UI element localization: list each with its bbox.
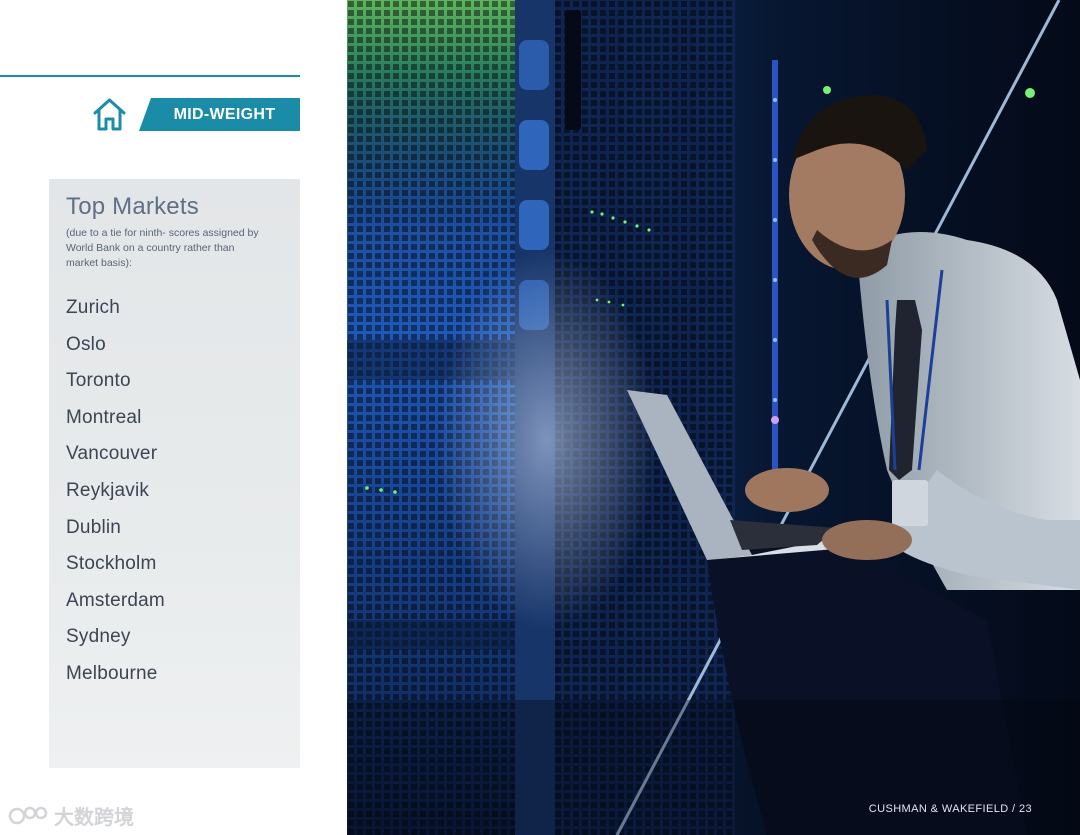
market-item: Oslo — [66, 333, 106, 355]
top-markets-card: Top Markets (due to a tie for ninth- sco… — [49, 179, 300, 768]
card-note: (due to a tie for ninth- scores assigned… — [66, 227, 259, 269]
page-footer: CUSHMAN & WAKEFIELD / 23 — [868, 803, 1032, 815]
watermark-text: 大数跨境 — [54, 807, 134, 829]
market-item: Melbourne — [66, 662, 158, 684]
watermark-logo-icon — [8, 806, 48, 824]
market-item: Stockholm — [66, 553, 157, 575]
top-rule — [0, 75, 300, 77]
home-icon — [93, 98, 126, 131]
market-item: Reykjavik — [66, 479, 150, 501]
weight-category-badge: MID-WEIGHT — [139, 98, 300, 131]
market-item: Toronto — [66, 370, 131, 392]
market-item: Amsterdam — [66, 589, 165, 611]
market-item: Montreal — [66, 406, 142, 428]
left-panel: MID-WEIGHT Top Markets (due to a tie for… — [0, 0, 347, 835]
market-item: Sydney — [66, 626, 131, 648]
server-room-photo — [347, 0, 1080, 835]
watermark: 大数跨境 — [8, 801, 134, 830]
hero-photo: CUSHMAN & WAKEFIELD / 23 — [347, 0, 1080, 835]
card-title: Top Markets — [66, 193, 199, 220]
market-list: Zurich Oslo Toronto Montreal Vancouver R… — [66, 295, 165, 698]
market-item: Zurich — [66, 297, 120, 318]
market-item: Dublin — [66, 516, 122, 538]
market-item: Vancouver — [66, 443, 158, 465]
